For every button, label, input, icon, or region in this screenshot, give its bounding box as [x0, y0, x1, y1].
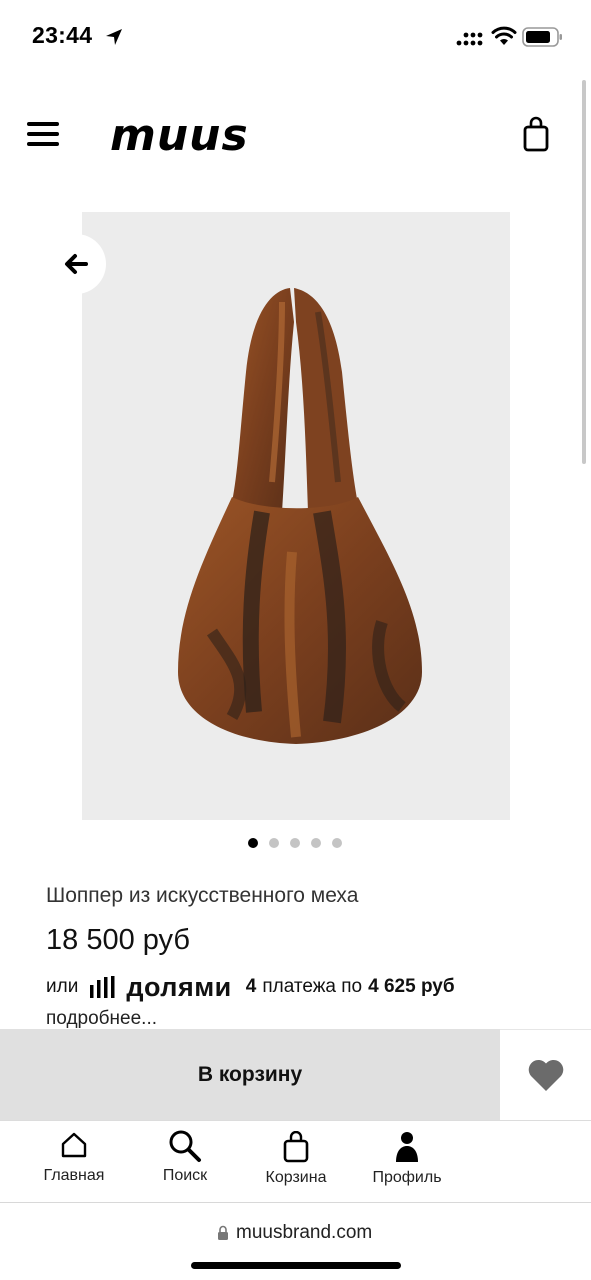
product-image[interactable] [82, 212, 510, 820]
cart-bag-icon[interactable] [522, 116, 550, 152]
nav-label: Корзина [265, 1169, 327, 1186]
heart-icon [528, 1059, 564, 1091]
installment-count: 4 [245, 976, 257, 997]
lock-icon [218, 1225, 228, 1240]
nav-label: Профиль [372, 1169, 442, 1186]
pagination-dot[interactable] [332, 838, 342, 848]
nav-item-cart[interactable]: Корзина [256, 1121, 336, 1203]
installment-more-link[interactable]: подробнее... [46, 1008, 157, 1030]
bag-icon [283, 1131, 309, 1163]
nav-label: Главная [43, 1167, 105, 1184]
installment-prefix: или [46, 976, 79, 997]
pagination-dot[interactable] [311, 838, 321, 848]
cellular-signal-icon [456, 32, 483, 46]
add-to-cart-button[interactable]: В корзину [0, 1029, 500, 1120]
wifi-icon [491, 26, 517, 45]
browser-url-bar[interactable]: muusbrand.com [0, 1202, 591, 1280]
pagination-dot[interactable] [248, 838, 258, 848]
product-name: Шоппер из искусственного меха [46, 884, 359, 907]
dolyami-logo-icon [90, 976, 115, 998]
pagination-dot[interactable] [269, 838, 279, 848]
search-icon [169, 1130, 201, 1162]
back-button[interactable] [46, 234, 106, 294]
installment-info: или долями 4 платежа по 4 625 руб [46, 970, 455, 1004]
menu-icon[interactable] [27, 120, 59, 148]
arrow-left-icon [65, 254, 88, 274]
image-pagination [248, 838, 342, 850]
home-indicator[interactable] [191, 1262, 401, 1269]
site-header: muus [0, 100, 591, 170]
product-price: 18 500 руб [46, 924, 190, 956]
nav-item-search[interactable]: Поиск [150, 1121, 220, 1203]
pagination-dot[interactable] [290, 838, 300, 848]
nav-label: Поиск [162, 1167, 208, 1184]
brand-logo[interactable]: muus [110, 110, 249, 161]
bottom-navigation: Главная Поиск Корзина Профиль [0, 1120, 591, 1202]
status-time: 23:44 [32, 22, 93, 48]
location-arrow-icon [106, 29, 122, 45]
battery-icon [522, 27, 562, 47]
profile-icon [396, 1132, 418, 1162]
status-bar: 23:44 [0, 0, 591, 70]
dolyami-brand[interactable]: долями [126, 972, 231, 1003]
favorite-button[interactable] [500, 1029, 591, 1120]
fur-bag-illustration [178, 288, 422, 744]
home-icon [61, 1132, 87, 1158]
nav-item-profile[interactable]: Профиль [364, 1121, 450, 1203]
nav-item-home[interactable]: Главная [36, 1121, 112, 1203]
installment-amount: 4 625 руб [368, 976, 455, 997]
installment-middle: платежа по [262, 976, 363, 997]
url-text[interactable]: muusbrand.com [236, 1222, 372, 1244]
